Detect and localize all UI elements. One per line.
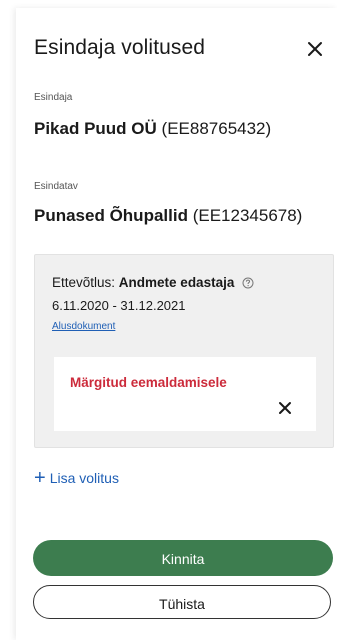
mandate-card: Ettevõtlus: Andmete edastaja 6.11.2020 -… bbox=[34, 254, 334, 448]
cancel-button[interactable]: Tühista bbox=[33, 585, 331, 619]
mandate-type-label: Ettevõtlus: bbox=[52, 275, 116, 290]
representative-value: Pikad Puud OÜ (EE88765432) bbox=[34, 119, 271, 139]
plus-icon: + bbox=[34, 467, 46, 489]
close-button[interactable] bbox=[302, 36, 328, 62]
mandate-role: Andmete edastaja bbox=[118, 275, 235, 290]
confirm-button[interactable]: Kinnita bbox=[33, 540, 333, 576]
mandate-period: 6.11.2020 - 31.12.2021 bbox=[52, 298, 186, 313]
representative-code: (EE88765432) bbox=[161, 119, 272, 138]
document-link[interactable]: Alusdokument bbox=[52, 321, 115, 332]
represented-code: (EE12345678) bbox=[192, 206, 303, 225]
represented-name: Punased Õhupallid bbox=[34, 206, 188, 225]
remove-mandate-button[interactable] bbox=[276, 399, 294, 417]
represented-value: Punased Õhupallid (EE12345678) bbox=[34, 206, 302, 226]
close-icon bbox=[308, 42, 322, 56]
add-mandate-link[interactable]: + Lisa volitus bbox=[34, 467, 119, 489]
help-circle-icon[interactable] bbox=[242, 277, 254, 292]
representative-label: Esindaja bbox=[34, 92, 73, 103]
representative-name: Pikad Puud OÜ bbox=[34, 119, 157, 138]
mandate-role-line: Ettevõtlus: Andmete edastaja bbox=[52, 275, 254, 292]
represented-label: Esindatav bbox=[34, 181, 78, 192]
page-title: Esindaja volitused bbox=[34, 36, 206, 59]
removal-notice: Märgitud eemaldamisele bbox=[70, 375, 227, 390]
close-icon bbox=[279, 402, 291, 414]
removal-notice-box: Märgitud eemaldamisele bbox=[54, 357, 316, 431]
add-mandate-label: Lisa volitus bbox=[49, 470, 119, 486]
